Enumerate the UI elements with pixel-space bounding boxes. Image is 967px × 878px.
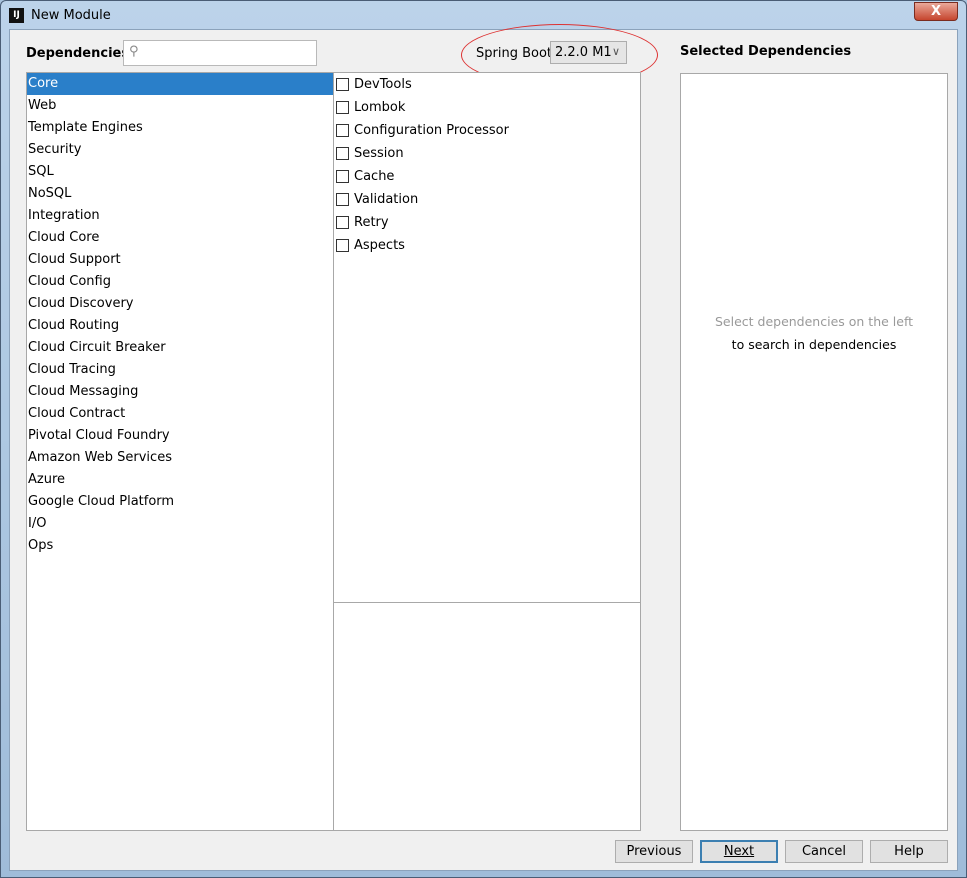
category-item[interactable]: Cloud Support (27, 249, 333, 271)
dependency-label: Retry (354, 215, 389, 230)
category-item[interactable]: Google Cloud Platform (27, 491, 333, 513)
category-item[interactable]: NoSQL (27, 183, 333, 205)
dependency-label: DevTools (354, 77, 412, 92)
checkbox[interactable] (336, 216, 349, 229)
dependency-label: Cache (354, 169, 395, 184)
chevron-down-icon: ∨ (611, 45, 620, 58)
checkbox[interactable] (336, 193, 349, 206)
category-item[interactable]: Cloud Config (27, 271, 333, 293)
category-item[interactable]: Core (27, 73, 333, 95)
close-button[interactable]: X (914, 2, 958, 21)
category-item[interactable]: Ops (27, 535, 333, 557)
category-item[interactable]: Cloud Messaging (27, 381, 333, 403)
dependency-label: Configuration Processor (354, 123, 509, 138)
category-list[interactable]: Core Web Template Engines Security SQL NoSQL I… (26, 72, 334, 831)
dependency-label: Validation (354, 192, 419, 207)
hint-line-2: to search in dependencies (731, 337, 897, 352)
previous-button[interactable]: Previous (615, 840, 693, 863)
checkbox[interactable] (336, 78, 349, 91)
dependency-list[interactable]: DevTools Lombok Configuration Processor Ses… (333, 72, 641, 603)
help-button[interactable]: Help (870, 840, 948, 863)
checkbox[interactable] (336, 170, 349, 183)
selected-dependencies-label: Selected Dependencies (680, 44, 852, 59)
next-label: Next (723, 844, 755, 859)
category-item[interactable]: Cloud Tracing (27, 359, 333, 381)
checkbox[interactable] (336, 124, 349, 137)
dependency-item[interactable]: Validation (334, 188, 640, 211)
window-title: New Module (31, 8, 111, 23)
dependency-label: Aspects (354, 238, 405, 253)
category-item[interactable]: Cloud Circuit Breaker (27, 337, 333, 359)
spring-boot-version-select[interactable]: 2.2.0 M1 ∨ (550, 41, 627, 64)
category-item[interactable]: SQL (27, 161, 333, 183)
spring-boot-label: Spring Boot (476, 46, 553, 61)
dependency-item[interactable]: Cache (334, 165, 640, 188)
category-item[interactable]: Cloud Discovery (27, 293, 333, 315)
category-item[interactable]: Cloud Contract (27, 403, 333, 425)
category-item[interactable]: Amazon Web Services (27, 447, 333, 469)
category-item[interactable]: Pivotal Cloud Foundry (27, 425, 333, 447)
dependency-item[interactable]: Lombok (334, 96, 640, 119)
dependency-description (333, 602, 641, 831)
search-input[interactable]: ⚲ (123, 40, 317, 66)
next-button[interactable]: Next (700, 840, 778, 863)
category-item[interactable]: Cloud Core (27, 227, 333, 249)
selected-dependencies-panel: Select dependencies on the left to searc… (680, 73, 948, 831)
dependency-label: Lombok (354, 100, 406, 115)
spring-boot-version: 2.2.0 M1 (555, 45, 612, 60)
hint-line-1: Select dependencies on the left (714, 314, 914, 329)
dialog-window: IJ New Module X Dependencies ⚲ Spring Bo… (0, 0, 967, 878)
dependency-item[interactable]: Retry (334, 211, 640, 234)
dialog-content: Dependencies ⚲ Spring Boot 2.2.0 M1 ∨ Sel… (9, 24, 958, 871)
category-item[interactable]: Template Engines (27, 117, 333, 139)
category-item[interactable]: Security (27, 139, 333, 161)
category-item[interactable]: Integration (27, 205, 333, 227)
dependency-item[interactable]: Session (334, 142, 640, 165)
category-item[interactable]: Cloud Routing (27, 315, 333, 337)
category-item[interactable]: Web (27, 95, 333, 117)
checkbox[interactable] (336, 101, 349, 114)
dependency-item[interactable]: DevTools (334, 73, 640, 96)
cancel-button[interactable]: Cancel (785, 840, 863, 863)
checkbox[interactable] (336, 239, 349, 252)
dependencies-label: Dependencies (26, 46, 130, 61)
search-icon: ⚲ (129, 44, 139, 59)
dependency-label: Session (354, 146, 404, 161)
dependency-item[interactable]: Configuration Processor (334, 119, 640, 142)
title-bar: IJ New Module X (1, 1, 966, 29)
category-item[interactable]: I/O (27, 513, 333, 535)
category-item[interactable]: Azure (27, 469, 333, 491)
intellij-icon: IJ (9, 8, 24, 23)
dependency-item[interactable]: Aspects (334, 234, 640, 257)
checkbox[interactable] (336, 147, 349, 160)
